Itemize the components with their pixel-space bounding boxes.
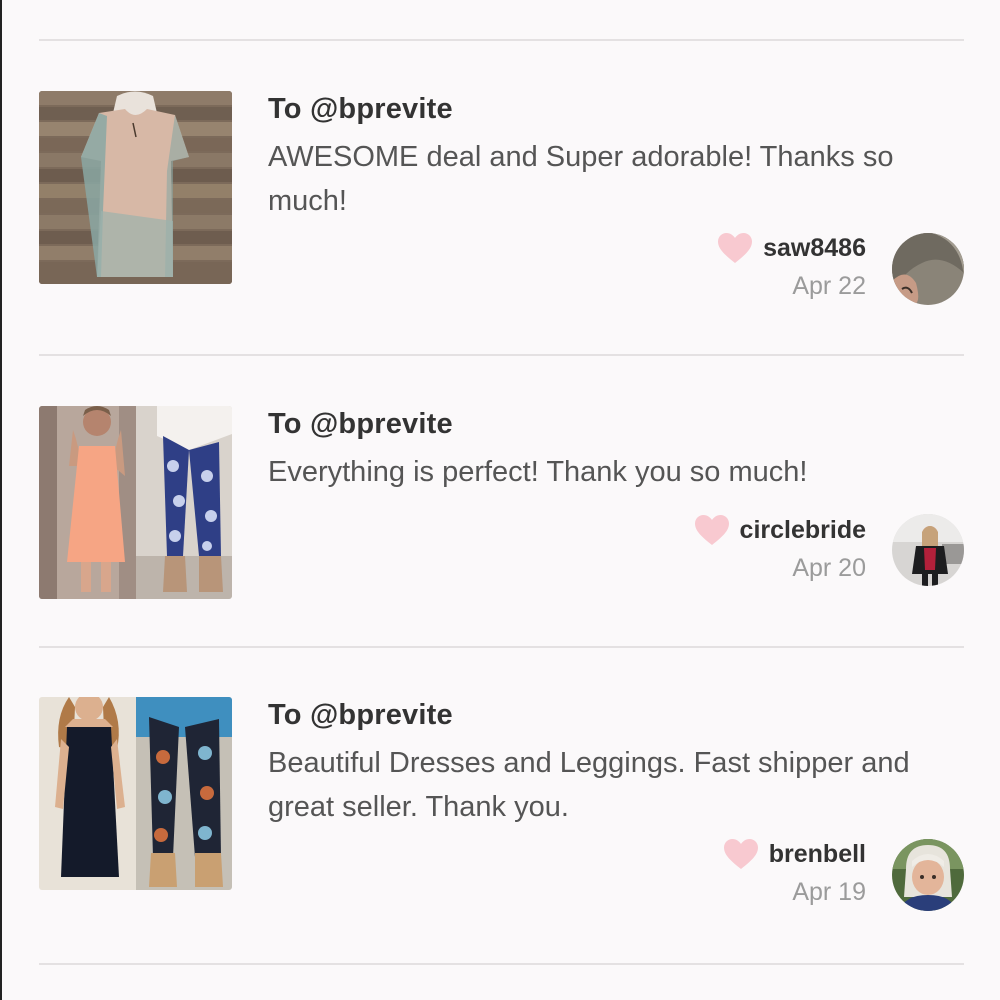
reviewer-avatar[interactable] [892, 839, 964, 911]
reviewer-username[interactable]: circlebride [740, 516, 866, 545]
review-recipient: To @bprevite [268, 408, 453, 441]
recipient-link[interactable]: @bprevite [310, 93, 453, 125]
reviewer-avatar[interactable] [892, 233, 964, 305]
review-recipient: To @bprevite [268, 699, 453, 732]
to-label: To [268, 93, 310, 125]
reviewer-avatar[interactable] [892, 514, 964, 586]
divider [39, 963, 964, 965]
to-label: To [268, 699, 310, 731]
review-comment: Everything is perfect! Thank you so much… [268, 456, 808, 488]
to-label: To [268, 408, 310, 440]
review-card: To @bprevite AWESOME deal and Super ador… [39, 91, 964, 311]
review-card: To @bprevite Beautiful Dresses and Leggi… [39, 697, 964, 917]
listing-thumbnail[interactable] [39, 406, 232, 599]
review-recipient: To @bprevite [268, 93, 453, 126]
review-card: To @bprevite Everything is perfect! Than… [39, 406, 964, 626]
review-meta: brenbell Apr 19 [723, 838, 866, 907]
heart-icon[interactable] [694, 514, 730, 546]
recipient-link[interactable]: @bprevite [310, 408, 453, 440]
review-comment: Beautiful Dresses and Leggings. Fast shi… [268, 747, 910, 823]
reviewer-username[interactable]: saw8486 [763, 234, 866, 263]
review-meta: saw8486 Apr 22 [717, 232, 866, 301]
listing-thumbnail[interactable] [39, 91, 232, 284]
review-date: Apr 19 [792, 878, 866, 906]
divider [39, 354, 964, 356]
love-notes-list: To @bprevite AWESOME deal and Super ador… [0, 0, 1000, 1000]
review-date: Apr 22 [792, 272, 866, 300]
heart-icon[interactable] [717, 232, 753, 264]
reviewer-username[interactable]: brenbell [769, 840, 866, 869]
listing-thumbnail[interactable] [39, 697, 232, 890]
heart-icon[interactable] [723, 838, 759, 870]
review-meta: circlebride Apr 20 [694, 514, 866, 583]
recipient-link[interactable]: @bprevite [310, 699, 453, 731]
divider [39, 39, 964, 41]
review-comment: AWESOME deal and Super adorable! Thanks … [268, 141, 894, 217]
divider [39, 646, 964, 648]
review-date: Apr 20 [792, 554, 866, 582]
